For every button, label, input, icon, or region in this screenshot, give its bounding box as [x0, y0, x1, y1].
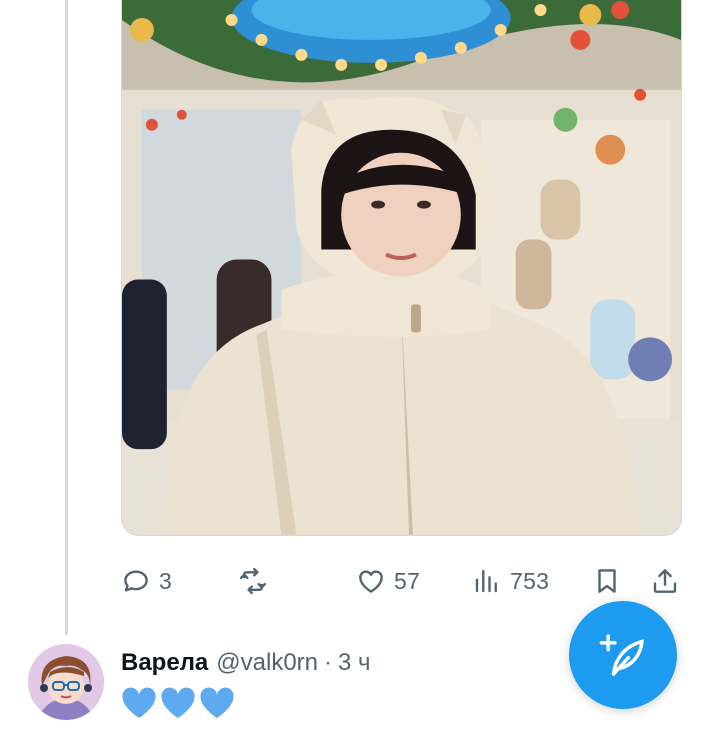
reply-icon	[124, 570, 148, 592]
reply-button[interactable]: 3	[121, 560, 172, 602]
display-name[interactable]: Варела	[121, 649, 208, 677]
timeline: 3 57 753 Варела @valk0rn · 3 ч	[0, 0, 713, 745]
like-button[interactable]: 57	[356, 560, 420, 602]
timestamp[interactable]: 3 ч	[338, 649, 371, 677]
separator-dot: ·	[324, 649, 333, 676]
views-icon	[475, 569, 497, 593]
share-button[interactable]	[650, 560, 680, 602]
photo-illustration	[122, 0, 681, 535]
avatar[interactable]	[28, 644, 104, 720]
avatar-image	[28, 644, 104, 720]
reply-count: 3	[159, 567, 173, 594]
thread-connector-line	[65, 0, 68, 635]
blue-heart-icon	[200, 687, 234, 718]
like-icon	[359, 570, 383, 593]
blue-heart-icon	[161, 687, 195, 718]
compose-icon	[599, 634, 644, 676]
tweet-photo[interactable]	[121, 0, 682, 536]
tweet-header: Варела @valk0rn · 3 ч	[121, 648, 371, 678]
retweet-button[interactable]	[238, 560, 276, 602]
retweet-icon	[239, 567, 267, 595]
blue-heart-icon	[122, 687, 156, 718]
bookmark-button[interactable]	[592, 560, 622, 602]
bookmark-icon	[598, 569, 616, 593]
tweet-text	[121, 686, 235, 720]
like-count: 57	[394, 567, 421, 594]
views-count: 753	[510, 567, 550, 594]
compose-tweet-button[interactable]	[569, 601, 677, 709]
tweet-action-bar: 3 57 753	[0, 560, 713, 602]
user-handle[interactable]: @valk0rn	[216, 649, 318, 677]
views-button[interactable]: 753	[472, 560, 549, 602]
share-icon	[653, 569, 677, 593]
